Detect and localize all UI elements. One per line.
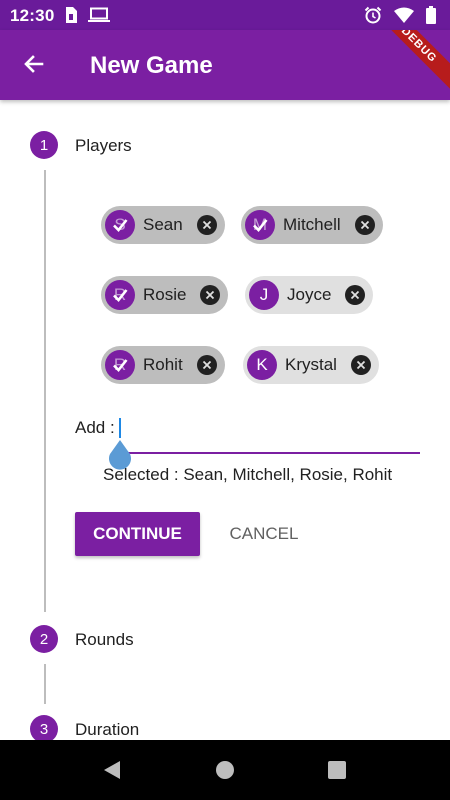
avatar: J: [249, 280, 279, 310]
nav-back-icon[interactable]: [100, 758, 124, 782]
step-3-indicator[interactable]: 3: [30, 715, 58, 743]
remove-icon[interactable]: [345, 285, 366, 305]
system-nav-bar: [0, 740, 450, 800]
avatar: K: [247, 350, 277, 380]
chip-player-sean[interactable]: S Sean: [101, 206, 225, 244]
remove-icon[interactable]: [196, 355, 217, 375]
nav-recents-icon[interactable]: [325, 758, 349, 782]
avatar: M: [245, 210, 275, 240]
step-1-label[interactable]: Players: [75, 136, 132, 156]
chip-player-mitchell[interactable]: M Mitchell: [241, 206, 383, 244]
check-icon: [113, 219, 128, 232]
avatar: S: [105, 210, 135, 240]
continue-button[interactable]: CONTINUE: [75, 512, 200, 556]
step-2-label[interactable]: Rounds: [75, 630, 134, 650]
remove-icon[interactable]: [350, 355, 371, 375]
chip-label: Rosie: [143, 285, 187, 304]
chip-player-krystal[interactable]: K Krystal: [243, 346, 379, 384]
remove-icon[interactable]: [196, 215, 217, 235]
status-time: 12:30: [10, 6, 55, 25]
step-1-indicator[interactable]: 1: [30, 131, 58, 159]
page-title: New Game: [90, 52, 213, 79]
back-button[interactable]: [18, 50, 50, 82]
check-icon: [113, 359, 128, 372]
chip-player-rosie[interactable]: R Rosie: [101, 276, 229, 314]
step-3-label[interactable]: Duration: [75, 720, 139, 740]
status-right-icons: [364, 6, 436, 29]
arrow-back-icon: [22, 52, 46, 81]
remove-icon[interactable]: [354, 215, 375, 235]
status-bar: 12:30: [0, 0, 450, 30]
chip-label: Joyce: [287, 285, 332, 304]
chip-label: Sean: [143, 215, 183, 234]
step-connector-1: [44, 170, 46, 612]
remove-icon[interactable]: [200, 285, 221, 305]
step-connector-2: [44, 664, 46, 704]
debug-banner: DEBUG: [366, 30, 450, 98]
app-bar: New Game DEBUG: [0, 30, 450, 100]
add-player-input[interactable]: [120, 416, 420, 454]
alarm-icon: [364, 6, 382, 29]
selected-players-summary: Selected : Sean, Mitchell, Rosie, Rohit: [103, 465, 393, 484]
cancel-button[interactable]: CANCEL: [218, 512, 310, 556]
add-label: Add :: [75, 418, 115, 437]
sim-card-icon: [64, 6, 78, 29]
chip-label: Rohit: [143, 355, 183, 374]
wifi-icon: [394, 7, 414, 28]
text-cursor: [119, 418, 121, 438]
chip-label: Mitchell: [283, 215, 341, 234]
check-icon: [253, 219, 268, 232]
chip-label: Krystal: [285, 355, 337, 374]
chip-player-joyce[interactable]: J Joyce: [245, 276, 374, 314]
avatar: R: [105, 350, 135, 380]
laptop-icon: [88, 7, 110, 28]
battery-icon: [426, 6, 436, 29]
avatar: R: [105, 280, 135, 310]
nav-home-icon[interactable]: [213, 758, 237, 782]
step-2-indicator[interactable]: 2: [30, 625, 58, 653]
chip-player-rohit[interactable]: R Rohit: [101, 346, 225, 384]
check-icon: [113, 289, 128, 302]
status-left-icons: [64, 6, 110, 29]
